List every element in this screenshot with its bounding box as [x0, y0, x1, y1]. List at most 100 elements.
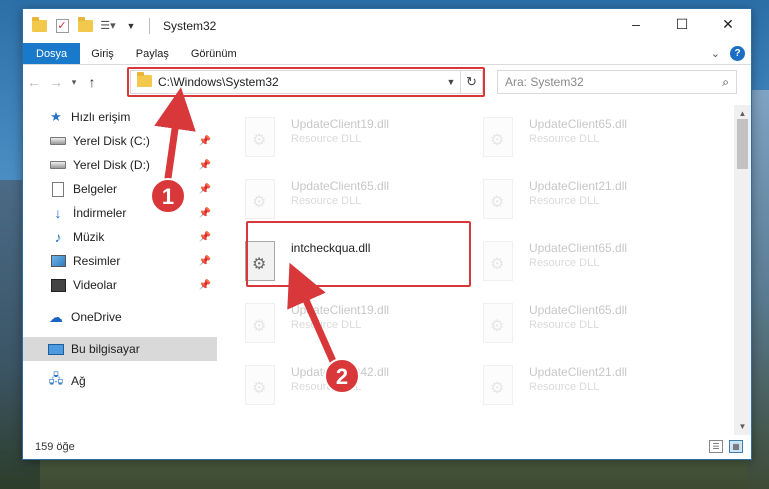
nav-item-videos[interactable]: Videolar 📌: [23, 273, 217, 297]
file-name: UpdateClient19.dll: [291, 303, 390, 317]
help-button[interactable]: ?: [730, 46, 745, 61]
tab-paylas[interactable]: Paylaş: [125, 43, 180, 64]
file-list: ⚙ UpdateClient19.dll Resource DLL ⚙ Upda…: [217, 105, 735, 435]
details-view-icon[interactable]: ☰: [709, 440, 723, 453]
nav-item-pictures[interactable]: Resimler 📌: [23, 249, 217, 273]
close-button[interactable]: ✕: [705, 9, 751, 39]
qat-dropdown-icon[interactable]: ▼: [123, 18, 139, 34]
file-type: Resource DLL: [291, 195, 362, 207]
pin-icon[interactable]: 📌: [199, 184, 211, 195]
address-dropdown-icon[interactable]: ▼: [442, 77, 460, 87]
file-type: Resource DLL: [529, 381, 600, 393]
new-folder-icon[interactable]: [77, 17, 93, 34]
nav-item-documents[interactable]: Belgeler 📌: [23, 177, 217, 201]
dll-file-icon: ⚙: [483, 241, 513, 281]
search-input[interactable]: Ara: System32 ⌕: [497, 70, 737, 94]
nav-quick-access[interactable]: ★ Hızlı erişim: [23, 105, 217, 129]
nav-item-music[interactable]: ♪ Müzik 📌: [23, 225, 217, 249]
file-name: UpdateClient21.dll: [529, 179, 628, 193]
dll-file-icon: ⚙: [483, 365, 513, 405]
explorer-window: ✓ ☰▾ ▼ System32 – ☐ ✕ Dosya Giriş Paylaş…: [22, 8, 752, 460]
pin-icon[interactable]: 📌: [199, 256, 211, 267]
pin-icon[interactable]: 📌: [199, 232, 211, 243]
dll-file-icon: ⚙: [245, 241, 275, 281]
nav-label: Bu bilgisayar: [71, 342, 140, 356]
up-button[interactable]: ↑: [81, 74, 103, 90]
minimize-button[interactable]: –: [613, 9, 659, 39]
properties-icon[interactable]: ✓: [54, 18, 70, 34]
file-name: UpdateClient21.dll: [529, 365, 628, 379]
window-title: System32: [163, 19, 217, 33]
documents-icon: [49, 181, 67, 197]
nav-item-network[interactable]: 🖧 Ağ: [23, 369, 217, 393]
large-icons-view-icon[interactable]: ▦: [729, 440, 743, 453]
nav-label: Resimler: [73, 254, 121, 268]
nav-item-this-pc[interactable]: Bu bilgisayar: [23, 337, 217, 361]
dll-file-icon: ⚙: [245, 179, 275, 219]
pin-icon[interactable]: 📌: [199, 136, 211, 147]
nav-label: İndirmeler: [73, 206, 127, 220]
forward-button[interactable]: →: [45, 74, 67, 90]
customize-toolbar-icon[interactable]: ☰▾: [100, 18, 116, 34]
file-item[interactable]: ⚙ UpdateClient21.dll Resource DLL: [455, 173, 683, 231]
file-name: intcheckqua.dll: [291, 241, 371, 255]
address-bar[interactable]: C:\Windows\System32 ▼ ↻: [130, 70, 483, 94]
file-item-intcheckqua[interactable]: ⚙ intcheckqua.dll: [217, 235, 445, 293]
scroll-down-icon[interactable]: ▼: [734, 418, 751, 435]
address-path[interactable]: C:\Windows\System32: [158, 75, 442, 89]
nav-item-onedrive[interactable]: ☁ OneDrive: [23, 305, 217, 329]
dll-file-icon: ⚙: [245, 365, 275, 405]
expand-ribbon-icon[interactable]: ⌄: [711, 47, 720, 60]
vertical-scrollbar[interactable]: ▲ ▼: [734, 105, 751, 435]
file-item[interactable]: ⚙ UpdateClient42.dll Resource DLL: [217, 359, 445, 417]
nav-item-downloads[interactable]: ↓ İndirmeler 📌: [23, 201, 217, 225]
nav-label: Müzik: [73, 230, 105, 244]
title-bar: ✓ ☰▾ ▼ System32 – ☐ ✕: [23, 9, 751, 43]
file-item[interactable]: ⚙ UpdateClient21.dll Resource DLL: [455, 359, 683, 417]
search-icon[interactable]: ⌕: [722, 75, 729, 90]
ribbon-tabs: Dosya Giriş Paylaş Görünüm ⌄ ?: [23, 43, 751, 65]
quick-access-toolbar: ✓ ☰▾ ▼: [31, 17, 153, 34]
maximize-button[interactable]: ☐: [659, 9, 705, 39]
nav-label: Yerel Disk (D:): [73, 158, 150, 172]
nav-item-local-disk-d[interactable]: Yerel Disk (D:) 📌: [23, 153, 217, 177]
drive-icon: [49, 161, 67, 169]
tab-dosya[interactable]: Dosya: [23, 43, 81, 64]
file-item[interactable]: ⚙ UpdateClient65.dll Resource DLL: [455, 297, 683, 355]
file-name: UpdateClient65.dll: [529, 117, 628, 131]
file-name: UpdateClient65.dll: [529, 303, 628, 317]
dll-file-icon: ⚙: [483, 117, 513, 157]
file-item[interactable]: ⚙ UpdateClient19.dll Resource DLL: [217, 111, 445, 169]
item-count: 159 öğe: [35, 441, 75, 453]
file-item[interactable]: ⚙ UpdateClient19.dll Resource DLL: [217, 297, 445, 355]
pictures-icon: [49, 255, 67, 267]
file-type: Resource DLL: [291, 319, 362, 331]
pin-icon[interactable]: 📌: [199, 208, 211, 219]
tab-giris[interactable]: Giriş: [80, 43, 125, 64]
nav-item-local-disk-c[interactable]: Yerel Disk (C:) 📌: [23, 129, 217, 153]
file-item[interactable]: ⚙ UpdateClient65.dll Resource DLL: [455, 111, 683, 169]
search-placeholder: Ara: System32: [505, 75, 584, 89]
star-icon: ★: [50, 109, 62, 124]
file-name: UpdateClient42.dll: [291, 365, 390, 379]
tab-gorunum[interactable]: Görünüm: [180, 43, 248, 64]
file-type: Resource DLL: [529, 133, 600, 145]
drive-icon: [49, 137, 67, 145]
pin-icon[interactable]: 📌: [199, 160, 211, 171]
file-item[interactable]: ⚙ UpdateClient65.dll Resource DLL: [455, 235, 683, 293]
file-type: Resource DLL: [529, 319, 600, 331]
nav-label: Ağ: [71, 374, 86, 388]
navigation-pane: ★ Hızlı erişim Yerel Disk (C:) 📌 Yerel D…: [23, 105, 217, 435]
pin-icon[interactable]: 📌: [199, 280, 211, 291]
folder-icon[interactable]: [31, 17, 47, 34]
nav-label: Videolar: [73, 278, 117, 292]
file-item[interactable]: ⚙ UpdateClient65.dll Resource DLL: [217, 173, 445, 231]
computer-icon: [47, 343, 65, 355]
scrollbar-thumb[interactable]: [737, 119, 748, 169]
downloads-icon: ↓: [54, 205, 62, 221]
qat-separator: [149, 18, 150, 34]
view-buttons: ☰ ▦: [709, 440, 743, 453]
back-button[interactable]: ←: [23, 74, 45, 90]
recent-locations-icon[interactable]: ▾: [67, 77, 81, 88]
refresh-icon[interactable]: ↻: [460, 71, 482, 93]
